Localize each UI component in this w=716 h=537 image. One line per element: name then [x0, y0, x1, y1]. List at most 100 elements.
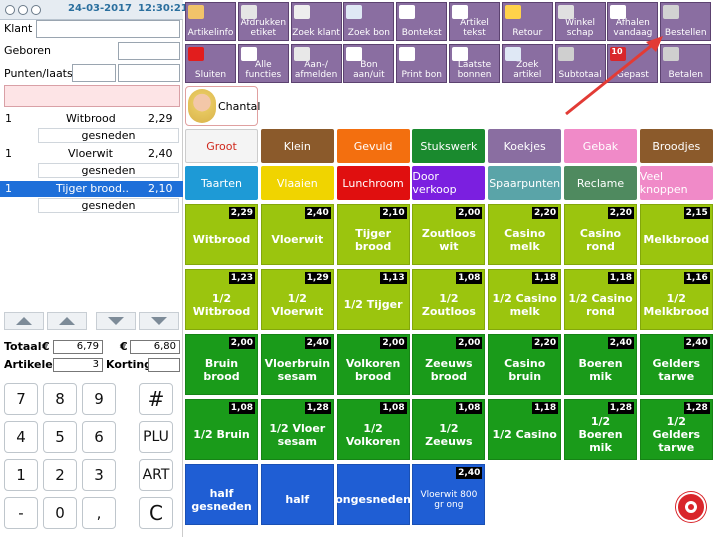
product-button[interactable]: 1/2 Casino 1,18: [488, 399, 562, 460]
toolbar-button-2-2[interactable]: Aan-/ afmelden: [290, 44, 342, 83]
window-dot-icon[interactable]: [31, 5, 41, 15]
scroll-bottom-button[interactable]: [139, 312, 179, 330]
window-dot-icon[interactable]: [18, 5, 28, 15]
product-button[interactable]: Vloerwit 2,40: [260, 204, 334, 265]
category-button[interactable]: Koekjes: [488, 129, 562, 163]
line-note[interactable]: gesneden: [38, 128, 179, 143]
product-button[interactable]: 1/2 Zeeuws 1,08: [412, 399, 486, 460]
toolbar-icon: [610, 5, 627, 19]
keypad-key[interactable]: 2: [43, 459, 77, 491]
product-button[interactable]: 1/2 Vloerwit 1,29: [260, 269, 334, 330]
product-button[interactable]: Witbrood 2,29: [185, 204, 258, 265]
product-button[interactable]: Volkoren brood 2,00: [336, 334, 410, 395]
product-button[interactable]: 1/2 Casino melk 1,18: [488, 269, 562, 330]
toolbar-button-2-5[interactable]: Laatste bonnen: [449, 44, 500, 83]
category-button[interactable]: Veel knoppen: [639, 166, 713, 200]
toolbar-button-1-6[interactable]: Retour: [501, 2, 553, 41]
product-button[interactable]: 1/2 Volkoren 1,08: [336, 399, 410, 460]
window-dot-icon[interactable]: [5, 5, 15, 15]
toolbar-button-1-0[interactable]: Artikelinfo: [185, 2, 236, 41]
category-button[interactable]: Gevuld: [336, 129, 410, 163]
keypad-key[interactable]: 1: [4, 459, 38, 491]
product-button[interactable]: 1/2 Zoutloos 1,08: [412, 269, 486, 330]
keypad-key[interactable]: ,: [82, 497, 116, 529]
keypad-key[interactable]: 8: [43, 383, 77, 415]
product-button[interactable]: Vloerwit 800 gr ong 2,40: [412, 464, 486, 525]
keypad-key[interactable]: 7: [4, 383, 38, 415]
toolbar-button-1-1[interactable]: Afdrukken etiket: [237, 2, 289, 41]
keypad-key[interactable]: #: [139, 383, 173, 415]
product-button[interactable]: Gelders tarwe 2,40: [639, 334, 713, 395]
product-button[interactable]: Casino bruin 2,20: [488, 334, 562, 395]
product-button[interactable]: Casino rond 2,20: [564, 204, 637, 265]
line-item[interactable]: 1 Vloerwit 2,40: [0, 146, 183, 162]
product-button[interactable]: Boeren mik 2,40: [564, 334, 637, 395]
product-button[interactable]: Melkbrood 2,15: [639, 204, 713, 265]
category-button[interactable]: Lunchroom: [336, 166, 410, 200]
toolbar-button-1-3[interactable]: Zoek bon: [343, 2, 395, 41]
category-button[interactable]: Klein: [260, 129, 334, 163]
keypad-key[interactable]: 9: [82, 383, 116, 415]
laatst-field[interactable]: [118, 64, 180, 82]
product-button[interactable]: half: [260, 464, 334, 525]
product-label: Casino melk: [504, 226, 546, 253]
toolbar-button-1-4[interactable]: Bontekst: [396, 2, 448, 41]
keypad-key[interactable]: ART: [139, 459, 173, 491]
category-button[interactable]: Door verkoop: [412, 166, 486, 200]
toolbar-button-2-1[interactable]: Alle functies: [237, 44, 289, 83]
product-button[interactable]: 1/2 Tijger 1,13: [336, 269, 410, 330]
keypad-key[interactable]: 3: [82, 459, 116, 491]
line-item[interactable]: 1 Witbrood 2,29: [0, 111, 183, 127]
product-button[interactable]: Zoutloos wit 2,00: [412, 204, 486, 265]
product-button[interactable]: Tijger brood 2,10: [336, 204, 410, 265]
user-tile[interactable]: Chantal: [185, 86, 260, 126]
keypad-key[interactable]: C: [139, 497, 173, 529]
product-button[interactable]: Bruin brood 2,00: [185, 334, 258, 395]
keypad-key[interactable]: 5: [43, 421, 77, 453]
product-button[interactable]: Zeeuws brood 2,00: [412, 334, 486, 395]
product-button[interactable]: 1/2 Witbrood 1,23: [185, 269, 258, 330]
toolbar-button-2-3[interactable]: Bon aan/uit: [343, 44, 395, 83]
category-button[interactable]: Spaarpunten: [488, 166, 562, 200]
geboren-field[interactable]: [118, 42, 180, 60]
category-button[interactable]: Taarten: [185, 166, 258, 200]
scroll-up-button[interactable]: [47, 312, 87, 330]
keypad-key[interactable]: 0: [43, 497, 77, 529]
product-button[interactable]: 1/2 Bruin 1,08: [185, 399, 258, 460]
line-item-selected[interactable]: 1 Tijger brood.. 2,10: [0, 181, 183, 197]
product-button[interactable]: 1/2 Casino rond 1,18: [564, 269, 637, 330]
toolbar-button-1-5[interactable]: Artikel tekst: [449, 2, 500, 41]
product-button[interactable]: ongesneden: [335, 464, 411, 525]
toolbar-button-2-0[interactable]: Sluiten: [185, 44, 236, 83]
category-button[interactable]: Vlaaien: [260, 166, 334, 200]
product-button[interactable]: 1/2 Melkbrood 1,16: [639, 269, 713, 330]
product-button[interactable]: 1/2 Vloer sesam 1,28: [260, 399, 334, 460]
keypad-key[interactable]: 4: [4, 421, 38, 453]
keypad-key[interactable]: 6: [82, 421, 116, 453]
toolbar-button-1-2[interactable]: Zoek klant: [290, 2, 342, 41]
keypad-key[interactable]: -: [4, 497, 38, 529]
product-button[interactable]: Vloerbruin sesam 2,40: [260, 334, 334, 395]
product-button[interactable]: 1/2 Gelders tarwe 1,28: [639, 399, 713, 460]
category-button[interactable]: Groot: [185, 129, 258, 163]
product-button[interactable]: Casino melk 2,20: [488, 204, 562, 265]
category-button[interactable]: Reclame: [564, 166, 637, 200]
category-button[interactable]: Broodjes: [639, 129, 713, 163]
logo-icon[interactable]: [676, 492, 706, 522]
category-button[interactable]: Stukswerk: [412, 129, 486, 163]
toolbar-button-2-4[interactable]: Print bon: [396, 44, 448, 83]
klant-field[interactable]: [36, 20, 180, 38]
korting-field[interactable]: [148, 358, 180, 372]
product-button[interactable]: half gesneden: [185, 464, 258, 525]
punten-field[interactable]: [72, 64, 116, 82]
line-note[interactable]: gesneden: [38, 198, 179, 213]
line-note[interactable]: gesneden: [38, 163, 179, 178]
toolbar-button-2-6[interactable]: Zoek artikel: [501, 44, 553, 83]
keypad-key[interactable]: PLU: [139, 421, 173, 453]
scroll-down-button[interactable]: [96, 312, 136, 330]
product-button[interactable]: 1/2 Boeren mik 1,28: [564, 399, 637, 460]
product-label: 1/2 Zeeuws: [425, 421, 473, 448]
product-label: 1/2 Casino: [492, 428, 557, 441]
scroll-top-button[interactable]: [4, 312, 44, 330]
category-button[interactable]: Gebak: [564, 129, 637, 163]
